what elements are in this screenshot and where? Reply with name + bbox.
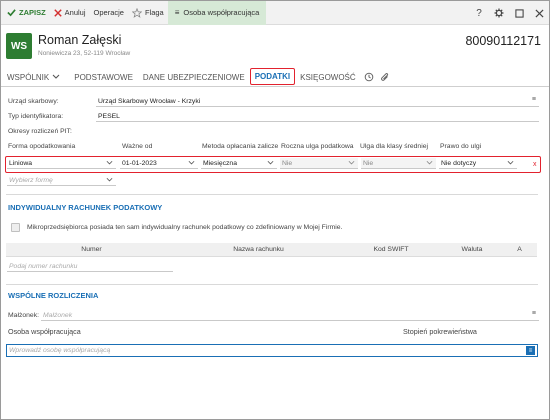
contractor-address: Noniewicza 23, 52-119 Wrocław	[38, 50, 131, 57]
id-type-field[interactable]: PESEL	[96, 111, 539, 122]
spouse-label: Małżonek:	[8, 312, 39, 319]
tax-office-value: Urząd Skarbowy Wrocław - Krzyki	[98, 97, 201, 105]
tab-podstawowe[interactable]: PODSTAWOWE	[69, 68, 138, 86]
relation-label: Stopień pokrewieństwa	[403, 327, 477, 336]
help-icon[interactable]: ?	[470, 1, 488, 25]
tax-office-label: Urząd skarbowy:	[8, 98, 59, 105]
annual-relief-select[interactable]: Nie	[280, 158, 358, 169]
annual-relief-value: Nie	[282, 159, 293, 167]
spouse-field[interactable]: Małżonek ≡	[41, 310, 539, 321]
chevron-down-icon	[106, 177, 113, 182]
payment-method-select[interactable]: Miesięczna	[201, 158, 277, 169]
tax-form-select[interactable]: Liniowa	[7, 158, 116, 169]
flag-label: Flaga	[144, 8, 164, 17]
relief-right-value: Nie dotyczy	[441, 159, 477, 167]
app-window: ZAPISZ Anuluj Operacje Flaga ≡ Osoba wsp…	[0, 0, 550, 420]
tab-ksiegowosc[interactable]: KSIĘGOWOŚĆ	[295, 68, 361, 86]
chevron-down-icon	[52, 74, 60, 79]
star-icon	[131, 7, 142, 18]
cancel-button[interactable]: Anuluj	[50, 1, 90, 25]
col-header-annual-relief: Roczna ulga podatkowa	[281, 143, 354, 150]
maximize-icon[interactable]	[510, 1, 528, 25]
col-header-currency: Waluta	[461, 246, 483, 253]
contact-person-placeholder: Wprowadź osobę współpracującą	[9, 347, 111, 354]
same-account-label: Mikroprzedsiębiorca posiada ten sam indy…	[27, 224, 343, 231]
operations-button[interactable]: Operacje	[90, 1, 128, 25]
valid-from-select[interactable]: 01-01-2023	[120, 158, 198, 169]
tab-bar: WSPÓLNIK PODSTAWOWE DANE UBEZPIECZENIOWE…	[1, 67, 549, 87]
col-header-swift: Kod SWIFT	[373, 246, 409, 253]
col-header-payment-method: Metoda opłacania zaliczek	[202, 143, 278, 150]
cancel-label: Anuluj	[64, 8, 86, 17]
flag-button[interactable]: Flaga	[128, 1, 168, 25]
relief-right-select[interactable]: Nie dotyczy	[439, 158, 517, 169]
chevron-down-icon	[426, 160, 433, 165]
tax-office-field[interactable]: Urząd Skarbowy Wrocław - Krzyki ≡	[96, 96, 539, 107]
divider	[6, 284, 538, 285]
col-header-middle-class-relief: Ulga dla klasy średniej	[360, 143, 429, 150]
account-number-input[interactable]: Podaj numer rachunku	[7, 261, 173, 272]
contact-person-label: Osoba współpracująca	[8, 327, 81, 336]
tax-form-value: Liniowa	[9, 159, 33, 167]
contact-person-input[interactable]: Wprowadź osobę współpracującą ≡	[6, 344, 538, 357]
tab-podatki[interactable]: PODATKI	[249, 68, 296, 85]
menu-icon[interactable]: ≡	[532, 96, 536, 103]
joint-settlements-title: WSPÓLNE ROZLICZENIA	[8, 291, 99, 300]
chevron-down-icon	[507, 160, 514, 165]
payment-method-value: Miesięczna	[203, 159, 237, 167]
contact-tab-label: Osoba współpracująca	[183, 8, 260, 17]
new-tax-form-select[interactable]: Wybierz formę	[7, 175, 116, 186]
menu-icon[interactable]: ≡	[526, 346, 535, 355]
same-account-checkbox[interactable]	[11, 223, 20, 232]
chevron-down-icon	[106, 160, 113, 165]
account-table-header: Numer Nazwa rachunku Kod SWIFT Waluta A	[6, 243, 537, 257]
col-header-number: Numer	[81, 246, 102, 253]
id-type-value: PESEL	[98, 112, 120, 120]
operations-label: Operacje	[93, 8, 124, 17]
col-header-relief-right: Prawo do ulgi	[440, 143, 482, 150]
col-header-a: A	[517, 246, 522, 253]
list-icon: ≡	[174, 8, 180, 17]
gear-icon[interactable]	[490, 1, 508, 25]
history-icon[interactable]	[361, 68, 377, 86]
avatar: WS	[6, 33, 32, 59]
contractor-name: Roman Załęski	[38, 33, 122, 47]
middle-class-relief-select[interactable]: Nie	[361, 158, 436, 169]
valid-from-value: 01-01-2023	[122, 159, 157, 167]
save-button[interactable]: ZAPISZ	[1, 1, 50, 25]
col-header-tax-form: Forma opodatkowania	[8, 143, 76, 150]
account-number-placeholder: Podaj numer rachunku	[9, 262, 78, 270]
new-tax-form-placeholder: Wybierz formę	[9, 176, 53, 184]
id-type-label: Typ identyfikatora:	[8, 113, 64, 120]
contractor-nip: 80090112171	[465, 34, 541, 48]
save-label: ZAPISZ	[19, 8, 46, 17]
middle-class-relief-value: Nie	[363, 159, 374, 167]
close-icon[interactable]	[530, 1, 548, 25]
tab-dane-ubezpieczeniowe[interactable]: DANE UBEZPIECZENIOWE	[138, 68, 250, 86]
cancel-icon	[53, 8, 62, 17]
divider	[6, 194, 538, 195]
attachment-icon[interactable]	[377, 68, 393, 86]
pit-periods-label: Okresy rozliczeń PIT:	[8, 128, 72, 135]
check-icon	[7, 9, 16, 17]
spouse-placeholder: Małżonek	[43, 311, 73, 319]
contact-tab-button[interactable]: ≡ Osoba współpracująca	[167, 1, 267, 25]
tab-wspolnik[interactable]: WSPÓLNIK	[1, 68, 65, 86]
chevron-down-icon	[348, 160, 355, 165]
individual-account-title: INDYWIDUALNY RACHUNEK PODATKOWY	[8, 203, 163, 212]
toolbar: ZAPISZ Anuluj Operacje Flaga ≡ Osoba wsp…	[1, 1, 549, 25]
col-header-valid-from: Ważne od	[122, 143, 153, 150]
chevron-down-icon	[188, 160, 195, 165]
col-header-account-name: Nazwa rachunku	[233, 246, 284, 253]
menu-icon[interactable]: ≡	[532, 310, 536, 317]
contractor-header: WS Roman Załęski Noniewicza 23, 52-119 W…	[1, 26, 549, 66]
delete-row-button[interactable]: x	[533, 161, 537, 168]
chevron-down-icon	[267, 160, 274, 165]
